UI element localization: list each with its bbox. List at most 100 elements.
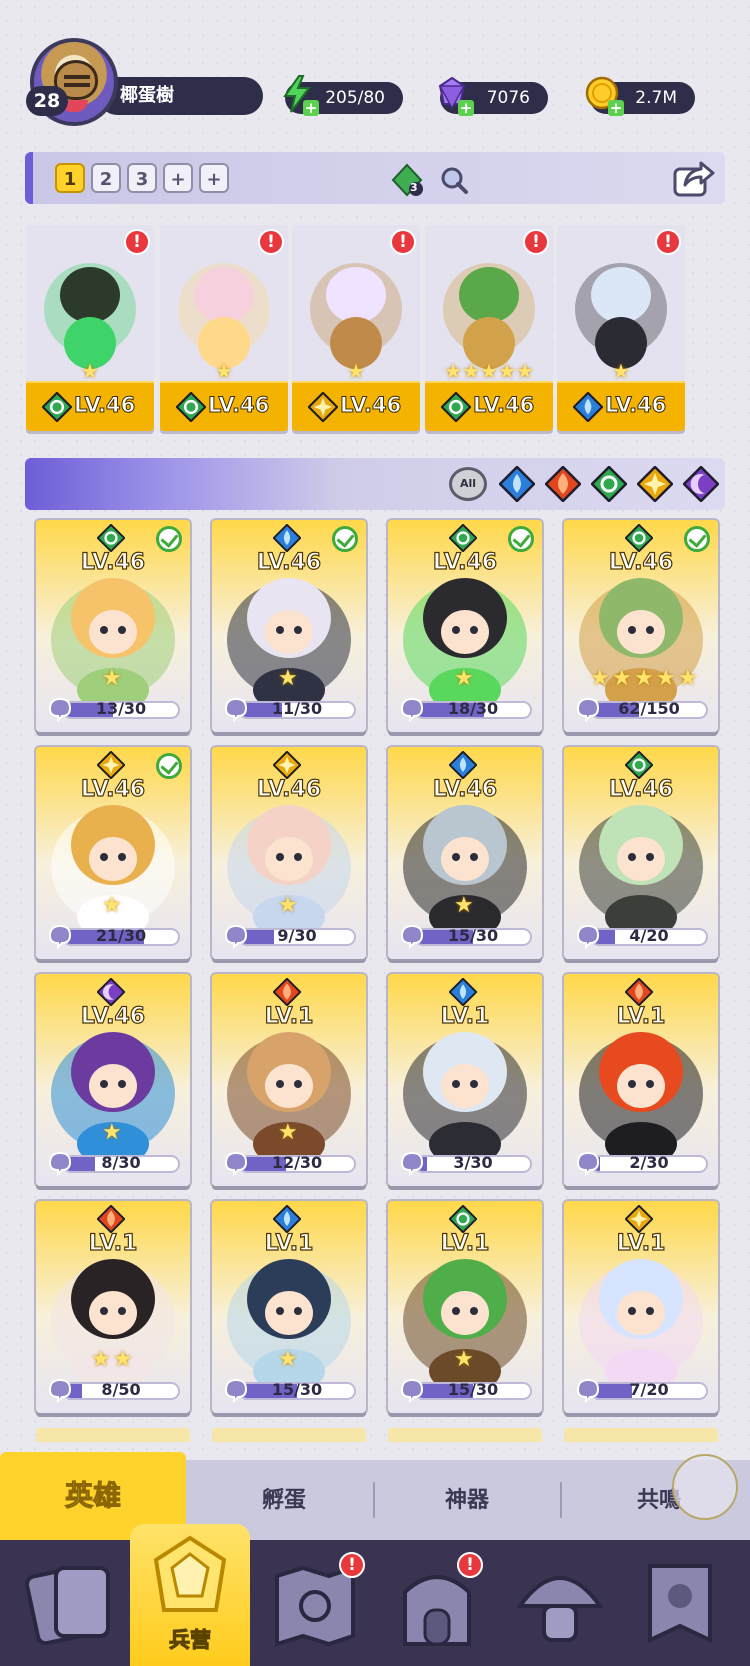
owned-check-icon [684, 526, 710, 552]
nav-barracks[interactable]: 兵营 [130, 1524, 250, 1666]
nav-banner[interactable] [620, 1540, 740, 1666]
soul-shard-icon [576, 697, 600, 722]
soul-shard-icon [224, 1378, 248, 1403]
energy-value: 205/80 [325, 88, 385, 108]
level-strip: LV.46 [425, 381, 553, 431]
nav-map[interactable]: ! [255, 1540, 375, 1666]
star-icon: ★ [278, 1347, 298, 1372]
banner-icon [648, 1564, 712, 1644]
element-filter-bar: All [25, 458, 725, 510]
shard-progress: 8/30 [46, 1151, 180, 1176]
hero-card[interactable]: LV.46 ★ 15/30 [388, 747, 542, 959]
player-name[interactable]: 椰蛋樹 [98, 77, 263, 115]
hero-card[interactable]: LV.46 4/20 [564, 747, 718, 959]
star-icon: ★ [656, 666, 676, 691]
share-icon[interactable] [671, 157, 715, 199]
coin-value: 2.7M [635, 88, 677, 108]
energy-counter[interactable]: + 205/80 [283, 75, 403, 116]
add-coins-icon[interactable]: + [608, 100, 624, 116]
hero-card[interactable]: LV.46 ★ 18/30 [388, 520, 542, 732]
soul-shard-icon [48, 924, 72, 949]
shard-count: 15/30 [271, 1380, 323, 1399]
soul-shard-icon [224, 1151, 248, 1176]
coin-counter[interactable]: + 2.7M [585, 76, 695, 116]
soul-shard-icon [576, 924, 600, 949]
team-bar: 1 2 3 + + 3 [25, 152, 725, 204]
team-hero-card[interactable]: ★ LV.46! [26, 225, 154, 431]
fire-element-icon [544, 465, 582, 503]
filter-nature-button[interactable] [590, 465, 628, 503]
hero-card[interactable]: LV.1 ★ ★ 8/50 [36, 1201, 190, 1413]
filter-fire-button[interactable] [544, 465, 582, 503]
hero-level: LV.46 [80, 1003, 146, 1029]
shard-progress: 15/30 [398, 1378, 532, 1403]
star-icon: ★ [102, 666, 122, 691]
add-team-slot-button[interactable]: + [199, 163, 229, 193]
tab-divider [373, 1482, 375, 1518]
fire-element-icon [624, 977, 654, 1007]
level-strip: LV.46 [292, 381, 420, 431]
hero-card[interactable]: LV.1 7/20 [564, 1201, 718, 1413]
floating-assist-button[interactable] [672, 1454, 738, 1520]
fire-element-icon [96, 1204, 126, 1234]
owned-check-icon [156, 753, 182, 779]
nature-element-icon [41, 391, 73, 423]
shard-count: 4/20 [629, 926, 669, 945]
shard-count: 13/30 [95, 699, 147, 718]
hero-alert-badge: ! [124, 229, 150, 255]
search-icon[interactable] [439, 165, 469, 195]
shard-progress: 9/30 [222, 924, 356, 949]
team-hero-card[interactable]: ★ LV.46! [160, 225, 288, 431]
tab-hatch[interactable]: 孵蛋 [262, 1482, 306, 1514]
nav-cards[interactable] [10, 1540, 130, 1666]
team-slot-3[interactable]: 3 [127, 163, 157, 193]
level-strip: LV.46 [557, 381, 685, 431]
hero-level: LV.1 [264, 1230, 314, 1256]
team-hero-card[interactable]: ★ LV.46! [557, 225, 685, 431]
shard-count: 15/30 [447, 926, 499, 945]
star-icon: ★ [678, 666, 698, 691]
star-icon: ★ [590, 666, 610, 691]
water-element-icon [272, 523, 302, 553]
hero-card[interactable]: LV.1 2/30 [564, 974, 718, 1186]
shard-progress: 11/30 [222, 697, 356, 722]
hero-card[interactable]: LV.1 ★ 15/30 [212, 1201, 366, 1413]
hero-card[interactable]: LV.46 ★ 21/30 [36, 747, 190, 959]
hero-card[interactable]: LV.1 ★ 15/30 [388, 1201, 542, 1413]
hero-card[interactable]: LV.46 ★ 8/30 [36, 974, 190, 1186]
tab-artifacts[interactable]: 神器 [445, 1482, 489, 1514]
filter-light-button[interactable] [636, 465, 674, 503]
hero-card[interactable]: LV.1 3/30 [388, 974, 542, 1186]
filter-dark-button[interactable] [682, 465, 720, 503]
filter-water-button[interactable] [498, 465, 536, 503]
tab-divider [560, 1482, 562, 1518]
nav-mushroom[interactable] [500, 1540, 620, 1666]
soul-shard-icon [576, 1151, 600, 1176]
light-element-icon [272, 750, 302, 780]
owned-check-icon [508, 526, 534, 552]
hero-alert-badge: ! [258, 229, 284, 255]
team-hero-card[interactable]: ★ LV.46! [292, 225, 420, 431]
soul-shard-icon [224, 697, 248, 722]
hero-card[interactable]: LV.46 ★ 9/30 [212, 747, 366, 959]
add-team-slot-button[interactable]: + [163, 163, 193, 193]
add-energy-icon[interactable]: + [303, 100, 319, 116]
hero-stars: ★★★★★ [444, 359, 534, 383]
soul-shard-icon [48, 697, 72, 722]
team-slot-1[interactable]: 1 [55, 163, 85, 193]
gem-counter[interactable]: + 7076 [438, 76, 548, 116]
hero-card[interactable]: LV.46 ★ 13/30 [36, 520, 190, 732]
nav-castle[interactable]: ! [377, 1540, 497, 1666]
hero-level: LV.46 [80, 549, 146, 575]
star-icon: ★ [454, 1347, 474, 1372]
hero-card[interactable]: LV.46 ★ ★ ★ ★ ★ 62/150 [564, 520, 718, 732]
team-hero-card[interactable]: ★★★★★ LV.46! [425, 225, 553, 431]
team-slot-2[interactable]: 2 [91, 163, 121, 193]
shard-progress: 2/30 [574, 1151, 708, 1176]
filter-all-button[interactable]: All [449, 467, 487, 501]
light-element-icon [307, 391, 339, 423]
hero-card[interactable]: LV.46 ★ 11/30 [212, 520, 366, 732]
hero-card[interactable]: LV.1 ★ 12/30 [212, 974, 366, 1186]
hero-level: LV.1 [88, 1230, 138, 1256]
add-gems-icon[interactable]: + [458, 100, 474, 116]
